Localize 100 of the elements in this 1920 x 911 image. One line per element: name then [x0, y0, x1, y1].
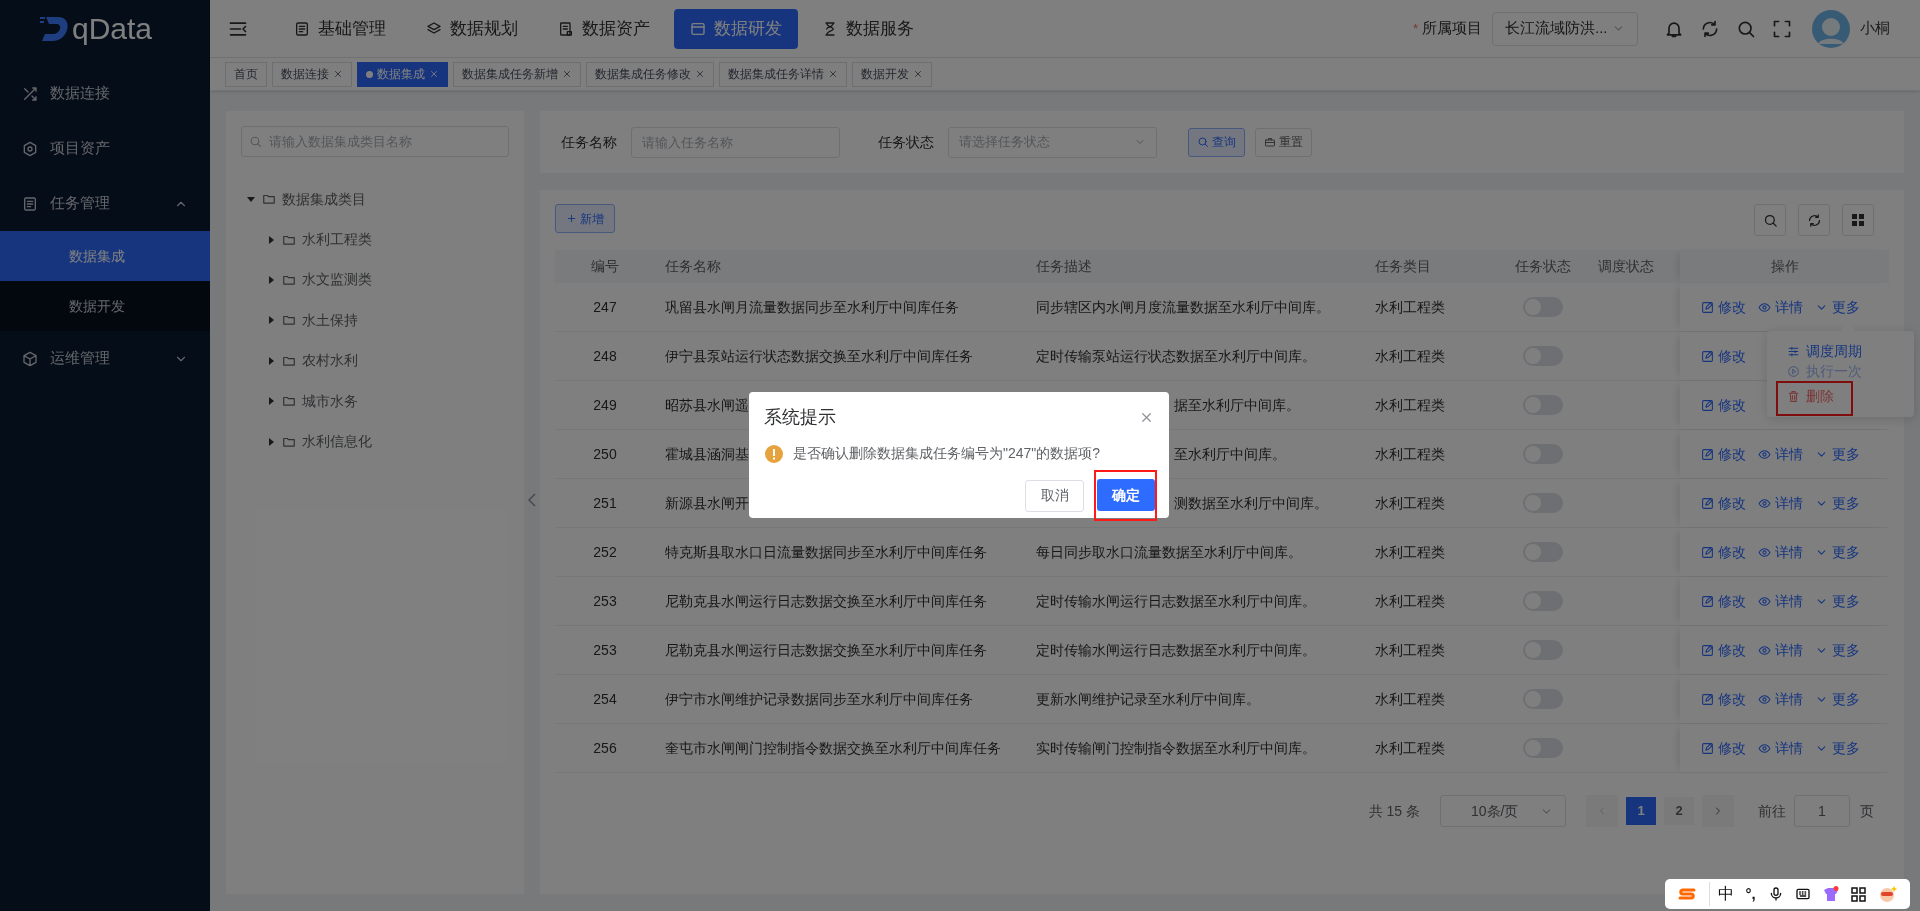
- action-link[interactable]: 修改: [1701, 443, 1746, 465]
- action-link[interactable]: 更多: [1815, 688, 1860, 710]
- action-link[interactable]: 详情: [1758, 443, 1803, 465]
- search-button[interactable]: [1754, 204, 1786, 236]
- folder-icon: [282, 394, 296, 409]
- reset-button[interactable]: 重置: [1255, 127, 1312, 157]
- action-link[interactable]: 修改: [1701, 345, 1746, 367]
- tree-node[interactable]: 水土保持: [302, 309, 358, 331]
- refresh-button[interactable]: [1798, 204, 1830, 236]
- page-tab[interactable]: 数据集成任务修改: [586, 61, 714, 87]
- tree-node[interactable]: 水文监测类: [302, 269, 372, 291]
- action-link[interactable]: 详情: [1758, 296, 1803, 318]
- page-tab[interactable]: 首页: [225, 61, 267, 87]
- tree-node[interactable]: 水利工程类: [302, 229, 372, 251]
- ime-punctuation[interactable]: °,: [1745, 882, 1756, 906]
- caret-icon[interactable]: [266, 436, 276, 447]
- action-link[interactable]: 详情: [1758, 639, 1803, 661]
- page-button[interactable]: 1: [1626, 797, 1656, 825]
- nav-tab[interactable]: 数据服务: [806, 8, 930, 49]
- ime-logo-icon[interactable]: [1676, 887, 1697, 901]
- project-select[interactable]: 长江流域防洪...: [1492, 11, 1638, 46]
- page-size-select[interactable]: 10条/页: [1440, 795, 1566, 827]
- tree-node[interactable]: 水利信息化: [302, 431, 372, 453]
- page-tab[interactable]: 数据集成: [357, 61, 448, 87]
- caret-icon[interactable]: [266, 396, 276, 407]
- menu-item[interactable]: 删除: [1787, 386, 1851, 406]
- page-button[interactable]: 2: [1664, 797, 1694, 825]
- trash-icon: [1787, 389, 1800, 403]
- refresh-icon: [1806, 212, 1822, 228]
- table-cell-text: 定时传输水闸运行日志数据至水利厅中间库。: [1036, 640, 1316, 660]
- nav-tab[interactable]: 基础管理: [278, 8, 402, 49]
- ime-mode[interactable]: 中: [1708, 882, 1734, 906]
- sidebar-item[interactable]: 数据连接: [0, 66, 210, 121]
- action-link[interactable]: 更多: [1815, 443, 1860, 465]
- tree-node[interactable]: 城市水务: [302, 390, 358, 412]
- action-link[interactable]: 修改: [1701, 541, 1746, 563]
- sidebar-item[interactable]: 任务管理: [0, 176, 210, 231]
- action-link[interactable]: 更多: [1815, 590, 1860, 612]
- page-tab[interactable]: 数据集成任务详情: [719, 61, 847, 87]
- sidebar-item[interactable]: 运维管理: [0, 331, 210, 386]
- action-link[interactable]: 更多: [1815, 492, 1860, 514]
- menu-item[interactable]: 调度周期: [1787, 341, 1914, 361]
- add-button[interactable]: 新增: [555, 204, 615, 233]
- action-link[interactable]: 修改: [1701, 296, 1746, 318]
- shirt-icon[interactable]: [1823, 886, 1840, 902]
- table-cell-text: 256: [593, 738, 617, 758]
- tree-node[interactable]: 农村水利: [302, 350, 358, 372]
- action-link[interactable]: 修改: [1701, 688, 1746, 710]
- collapse-icon[interactable]: [527, 493, 537, 507]
- sidebar-subitem[interactable]: 数据集成: [0, 231, 210, 281]
- nav-tab[interactable]: 数据研发: [674, 8, 798, 49]
- action-link[interactable]: 修改: [1701, 394, 1746, 416]
- mascot-icon[interactable]: [1878, 885, 1898, 903]
- action-link[interactable]: 更多: [1815, 639, 1860, 661]
- close-button[interactable]: [1139, 410, 1154, 425]
- apps-icon[interactable]: [1851, 886, 1867, 902]
- action-link[interactable]: 更多: [1815, 541, 1860, 563]
- user-name: 小桐: [1860, 18, 1890, 39]
- confirm-button[interactable]: 确定: [1097, 479, 1155, 511]
- action-link[interactable]: 详情: [1758, 737, 1803, 759]
- action-link[interactable]: 详情: [1758, 590, 1803, 612]
- action-link[interactable]: 修改: [1701, 639, 1746, 661]
- total-count: 共 15 条: [1368, 801, 1420, 821]
- columns-button[interactable]: [1842, 204, 1874, 236]
- table-cell-text: 尼勒克县水闸运行日志数据交换至水利厅中间库任务: [665, 591, 987, 611]
- caret-icon[interactable]: [266, 274, 276, 285]
- page-tab[interactable]: 数据集成任务新增: [453, 61, 581, 87]
- table-cell-text: 巩留县水闸月流量数据同步至水利厅中间库任务: [665, 297, 959, 317]
- page-input[interactable]: 1: [1794, 795, 1850, 827]
- page-tab[interactable]: 数据开发: [852, 61, 932, 87]
- action-link[interactable]: 详情: [1758, 492, 1803, 514]
- nav-tab[interactable]: 数据资产: [542, 8, 666, 49]
- cancel-button[interactable]: 取消: [1025, 479, 1084, 512]
- table-cell-text: 水利工程类: [1375, 444, 1445, 464]
- query-button[interactable]: 查询: [1188, 127, 1245, 157]
- caret-icon[interactable]: [266, 315, 276, 326]
- action-link[interactable]: 更多: [1815, 296, 1860, 318]
- table-cell-text: 尼勒克县水闸运行日志数据交换至水利厅中间库任务: [665, 640, 987, 660]
- action-link[interactable]: 详情: [1758, 541, 1803, 563]
- field-label: 所属项目: [1422, 18, 1482, 39]
- page-tab[interactable]: 数据连接: [272, 61, 352, 87]
- sidebar-subitem[interactable]: 数据开发: [0, 281, 210, 331]
- caret-icon[interactable]: [266, 234, 276, 245]
- tree-node[interactable]: 数据集成类目: [282, 188, 366, 210]
- table-cell-text: 测数据至水利厅中间库。: [1174, 493, 1328, 513]
- caret-icon[interactable]: [266, 355, 276, 366]
- table-cell-text: 更新水闸维护记录至水利厅中间库。: [1036, 689, 1260, 709]
- table-cell-text: 水利工程类: [1375, 591, 1445, 611]
- table-cell-text: 霍城县涵洞基: [665, 444, 749, 464]
- action-link[interactable]: 更多: [1815, 737, 1860, 759]
- table-cell-text: 252: [593, 542, 617, 562]
- action-link[interactable]: 修改: [1701, 590, 1746, 612]
- action-link[interactable]: 修改: [1701, 492, 1746, 514]
- action-link[interactable]: 详情: [1758, 688, 1803, 710]
- edit-icon: [1701, 300, 1714, 314]
- sidebar-item[interactable]: 项目资产: [0, 121, 210, 176]
- action-link[interactable]: 修改: [1701, 737, 1746, 759]
- avatar[interactable]: [1812, 9, 1850, 48]
- folder-icon: [282, 313, 296, 328]
- nav-tab[interactable]: 数据规划: [410, 8, 534, 49]
